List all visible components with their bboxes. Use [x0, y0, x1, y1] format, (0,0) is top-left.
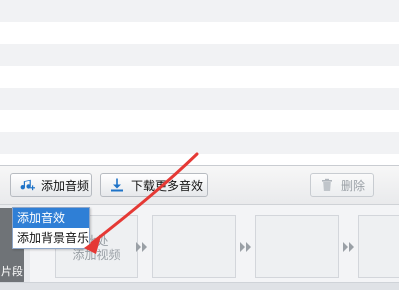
video-editor-ui: 添加音频 下载更多音效 删除 片段 此处 添加视频 添加音效 添加背景音乐	[0, 0, 399, 290]
double-chevron-right-icon	[341, 239, 357, 255]
music-note-plus-icon	[19, 177, 35, 193]
video-slot-tile[interactable]	[255, 215, 339, 278]
download-icon	[109, 177, 125, 193]
video-slot-tile[interactable]	[152, 215, 236, 278]
delete-label: 删除	[341, 178, 366, 193]
delete-button[interactable]: 删除	[310, 173, 374, 197]
add-audio-label: 添加音频	[41, 178, 90, 193]
double-chevron-right-icon	[134, 239, 150, 255]
striped-placeholder-area	[0, 0, 399, 166]
timeline-bottom-strip	[0, 282, 399, 290]
menu-item-add-background-music[interactable]: 添加背景音乐	[13, 228, 89, 248]
download-more-effects-button[interactable]: 下载更多音效	[100, 173, 208, 197]
add-audio-button[interactable]: 添加音频	[10, 173, 92, 197]
add-audio-dropdown-menu: 添加音效 添加背景音乐	[12, 207, 90, 249]
audio-toolbar: 添加音频 下载更多音效 删除	[0, 166, 399, 205]
video-slot-label-line2: 添加视频	[72, 248, 121, 262]
video-slot-tile[interactable]	[358, 215, 399, 278]
trash-icon	[319, 177, 335, 193]
double-chevron-right-icon	[238, 239, 254, 255]
segments-side-tab-label: 片段	[1, 265, 23, 278]
download-more-effects-label: 下载更多音效	[131, 178, 204, 193]
menu-item-add-sound-effect[interactable]: 添加音效	[13, 208, 89, 228]
